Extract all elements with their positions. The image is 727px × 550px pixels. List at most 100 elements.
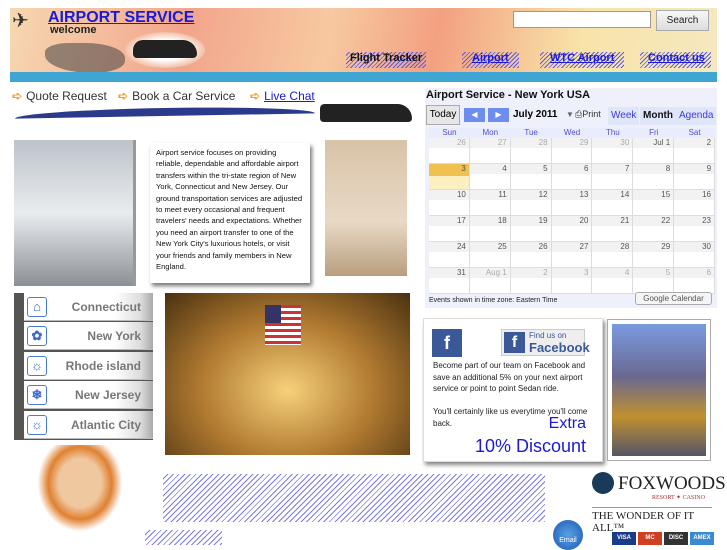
intro-text: Airport service focuses on providing rel…: [150, 143, 310, 283]
header-strip: [10, 72, 717, 82]
foxwoods-name: FOXWOODS: [618, 473, 726, 494]
find-us-facebook-button[interactable]: f Find us on Facebook: [501, 329, 590, 356]
calendar-day[interactable]: 30: [592, 138, 634, 164]
calendar-day[interactable]: 3: [429, 164, 470, 190]
calendar-day[interactable]: 5: [633, 268, 675, 294]
airplane-photo: [14, 140, 136, 286]
calendar-day[interactable]: 8: [633, 164, 675, 190]
month-dropdown-icon[interactable]: ▼: [566, 110, 574, 119]
calendar-day[interactable]: 20: [551, 216, 593, 242]
calendar-day[interactable]: 29: [633, 242, 675, 268]
calendar-day[interactable]: 4: [592, 268, 634, 294]
nav-airport[interactable]: Airport: [462, 52, 519, 68]
calendar-day[interactable]: 28: [510, 138, 552, 164]
calendar-day[interactable]: Jul 1: [633, 138, 675, 164]
calendar-day[interactable]: 11: [469, 190, 511, 216]
calendar-day[interactable]: 27: [551, 242, 593, 268]
calendar-day[interactable]: 30: [674, 242, 716, 268]
calendar-day[interactable]: 18: [469, 216, 511, 242]
calendar-day[interactable]: 29: [551, 138, 593, 164]
calendar-day[interactable]: 4: [469, 164, 511, 190]
amex-icon: AMEX: [690, 532, 714, 545]
calendar-day[interactable]: 10: [429, 190, 470, 216]
weekday-header: Wed: [563, 128, 581, 137]
sidebar-item-new-jersey[interactable]: ❄ New Jersey: [24, 381, 153, 410]
calendar-day[interactable]: 15: [633, 190, 675, 216]
sidebar-item-label: New Jersey: [74, 388, 141, 403]
weekday-header: Mon: [482, 128, 499, 137]
today-button[interactable]: Today: [426, 105, 460, 125]
calendar-day[interactable]: 7: [592, 164, 634, 190]
header-banner: ✈ AIRPORT SERVICE welcome Search Flight …: [10, 8, 717, 82]
calendar-day[interactable]: 16: [674, 190, 716, 216]
arrow-icon: ➪: [250, 89, 261, 103]
tab-month[interactable]: Month: [640, 107, 676, 125]
month-label: July 2011: [513, 109, 558, 120]
calendar-day[interactable]: 5: [510, 164, 552, 190]
tab-agenda[interactable]: Agenda: [676, 107, 717, 125]
foxwoods-tagline: THE WONDER OF IT ALL™: [592, 507, 712, 534]
calendar-day[interactable]: 26: [429, 138, 470, 164]
calendar-day[interactable]: 28: [592, 242, 634, 268]
nav-contact-us[interactable]: Contact us: [640, 52, 711, 68]
calendar-day[interactable]: 21: [592, 216, 634, 242]
calendar-day[interactable]: 27: [469, 138, 511, 164]
search-input[interactable]: [513, 11, 651, 28]
calendar-day[interactable]: 31: [429, 268, 470, 294]
traveler-photo: [325, 140, 407, 276]
sidebar-item-rhode-island[interactable]: ☼ Rhode island: [24, 351, 153, 380]
calendar-day[interactable]: 6: [551, 164, 593, 190]
calendar-week: 31 Aug 123456: [429, 268, 716, 294]
email-button[interactable]: Email: [553, 520, 583, 550]
live-chat-link[interactable]: ➪ Live Chat: [250, 89, 315, 103]
extra-label: Extra: [548, 415, 586, 432]
region-sidebar: ⌂ Connecticut ✿ New York ☼ Rhode island ❄ New J…: [14, 293, 153, 440]
calendar-week: 17 18 19 20 21 22 23: [429, 216, 716, 242]
times-square-photo: [607, 319, 711, 461]
calendar-day[interactable]: 9: [674, 164, 716, 190]
payment-cards: VISA MC DISC AMEX: [612, 532, 714, 545]
search-button[interactable]: Search: [656, 10, 709, 31]
quick-link-label: Book a Car Service: [132, 89, 236, 103]
facebook-icon: f: [432, 329, 462, 357]
calendar-day[interactable]: 12: [510, 190, 552, 216]
print-button[interactable]: ⎙Print: [575, 109, 601, 120]
sun-icon: ☼: [27, 414, 47, 435]
facebook-logo-icon: f: [504, 332, 525, 353]
calendar-day[interactable]: 19: [510, 216, 552, 242]
calendar-day[interactable]: 23: [674, 216, 716, 242]
sidebar-item-new-york[interactable]: ✿ New York: [24, 322, 153, 351]
calendar-day[interactable]: 22: [633, 216, 675, 242]
calendar-day[interactable]: 13: [551, 190, 593, 216]
weekday-header: Tue: [524, 128, 538, 137]
sidebar-item-atlantic-city[interactable]: ☼ Atlantic City: [24, 410, 153, 439]
facebook-promo: f f Find us on Facebook Become part of our…: [423, 318, 603, 462]
nav-wtc-airport[interactable]: WTC Airport: [540, 52, 625, 68]
foxwoods-ad[interactable]: FOXWOODS RESORT ✦ CASINO THE WONDER OF IT …: [590, 470, 726, 534]
discount-label: 10% Discount: [474, 436, 586, 456]
nav-flight-tracker[interactable]: Flight Tracker: [346, 52, 427, 68]
calendar-day[interactable]: 14: [592, 190, 634, 216]
weekday-header: Fri: [649, 128, 659, 137]
quote-request-link[interactable]: ➪ Quote Request: [12, 89, 107, 103]
calendar-day[interactable]: 25: [469, 242, 511, 268]
tab-week[interactable]: Week: [608, 107, 640, 125]
prev-month-button[interactable]: ◀: [464, 108, 485, 122]
calendar-day[interactable]: 6: [674, 268, 716, 294]
quick-link-label: Quote Request: [26, 89, 107, 103]
find-us-label: Find us on: [529, 331, 567, 340]
book-car-link[interactable]: ➪ Book a Car Service: [118, 89, 235, 103]
calendar-widget: Airport Service - New York USA Today ◀ ▶…: [425, 88, 717, 308]
calendar-day[interactable]: 24: [429, 242, 470, 268]
calendar-day[interactable]: 3: [551, 268, 593, 294]
calendar-day[interactable]: Aug 1: [469, 268, 511, 294]
arrow-icon: ➪: [118, 89, 129, 103]
google-calendar-button[interactable]: Google Calendar: [635, 292, 712, 305]
calendar-day[interactable]: 2: [510, 268, 552, 294]
sidebar-item-connecticut[interactable]: ⌂ Connecticut: [24, 293, 153, 321]
calendar-day[interactable]: 17: [429, 216, 470, 242]
calendar-day[interactable]: 26: [510, 242, 552, 268]
next-month-button[interactable]: ▶: [488, 108, 509, 122]
calendar-day[interactable]: 2: [674, 138, 716, 164]
sidebar-item-label: Rhode island: [65, 358, 141, 373]
